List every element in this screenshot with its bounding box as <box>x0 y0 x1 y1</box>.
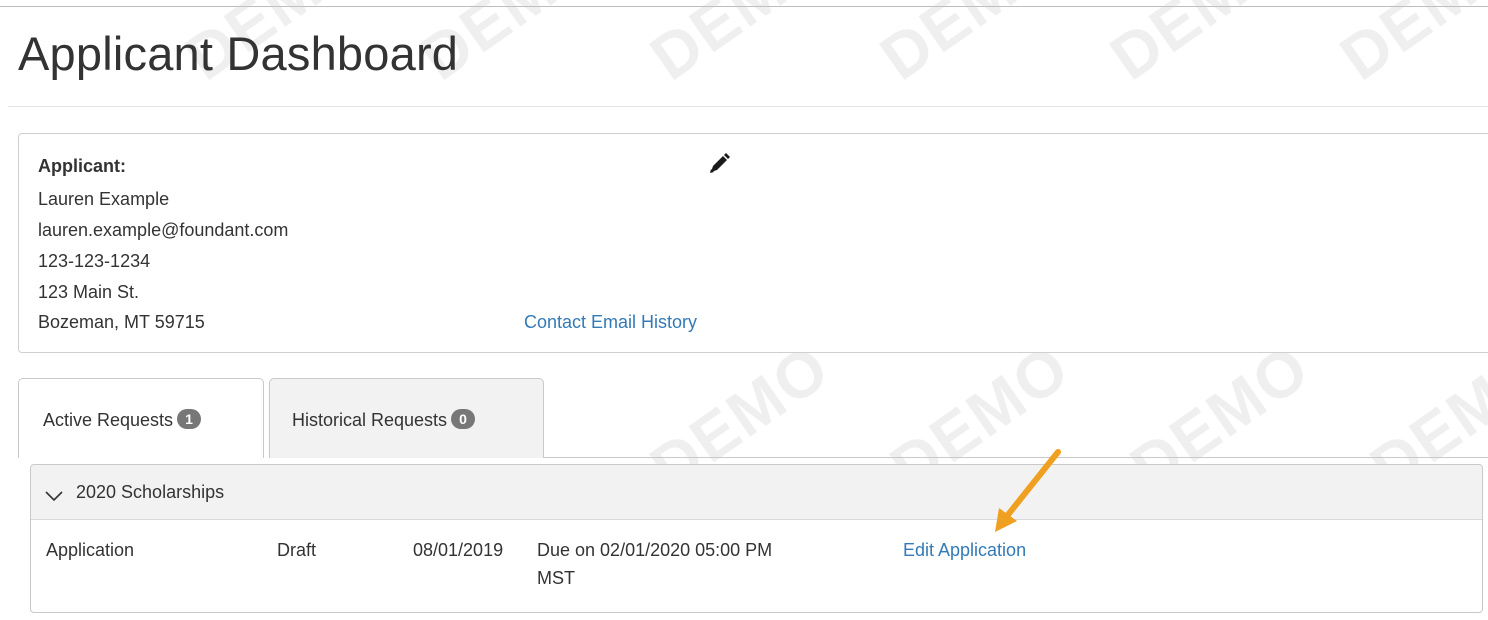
count-badge: 0 <box>451 409 476 429</box>
chevron-down-icon <box>45 488 63 502</box>
tab-label: Historical Requests <box>292 410 448 430</box>
due-date: Due on 02/01/2020 05:00 PM <box>537 540 773 560</box>
applicant-name: Lauren Example <box>38 189 170 209</box>
tab-historical-requests[interactable]: Historical Requests 0 <box>269 378 544 458</box>
watermark: DEMO <box>637 0 843 94</box>
applicant-panel: Applicant: Lauren Example lauren.example… <box>18 133 1488 353</box>
watermark: DEMO <box>1327 0 1488 94</box>
tab-active-requests[interactable]: Active Requests 1 <box>18 378 264 458</box>
due-timezone: MST <box>537 568 575 588</box>
edit-application-link[interactable]: Edit Application <box>903 540 1026 561</box>
top-border <box>0 6 1488 7</box>
request-type: Application <box>46 540 135 560</box>
watermark: DEMO <box>867 0 1073 94</box>
count-badge: 1 <box>177 409 202 429</box>
title-divider <box>8 106 1488 107</box>
request-group-panel: 2020 Scholarships Application Draft 08/0… <box>30 464 1483 613</box>
contact-email-history-link[interactable]: Contact Email History <box>524 312 697 333</box>
applicant-street: 123 Main St. <box>38 282 140 302</box>
tab-label: Active Requests <box>43 410 174 430</box>
group-title: 2020 Scholarships <box>76 482 225 502</box>
request-date: 08/01/2019 <box>413 540 504 560</box>
applicant-phone: 123-123-1234 <box>38 251 151 271</box>
applicant-city: Bozeman, MT 59715 <box>38 312 205 332</box>
applicant-email: lauren.example@foundant.com <box>38 220 289 240</box>
pencil-icon[interactable] <box>707 152 731 176</box>
group-header-toggle[interactable]: 2020 Scholarships <box>31 465 1482 520</box>
applicant-label: Applicant: <box>38 156 126 176</box>
request-status: Draft <box>277 540 317 560</box>
watermark: DEMO <box>1097 0 1303 94</box>
page-title: Applicant Dashboard <box>18 27 459 80</box>
tabs-baseline <box>543 457 1488 458</box>
